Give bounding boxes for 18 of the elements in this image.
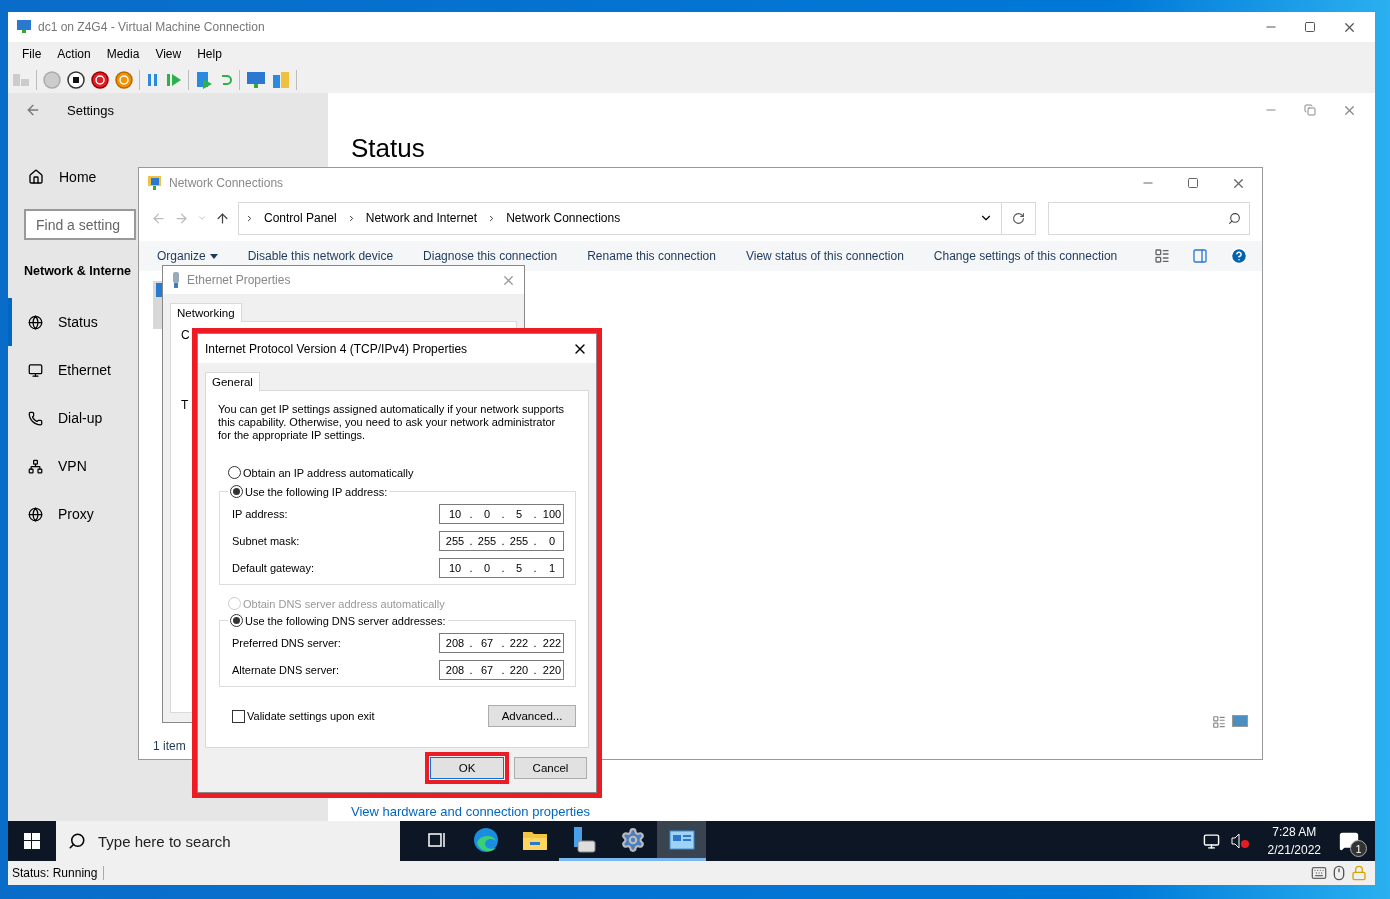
status-text: 1 item <box>153 739 186 753</box>
field-label: IP address: <box>232 508 288 520</box>
field-label: Alternate DNS server: <box>232 664 339 676</box>
intro-text: You can get IP settings assigned automatically if your network supports this capability. Otherwise, you need to ask your network administrator for the appropriate IP settings. <box>218 403 566 442</box>
dialog-title: Internet Protocol Version 4 (TCP/IPv4) Properties <box>205 341 468 356</box>
field-label: Default gateway: <box>232 562 314 574</box>
field-label: Preferred DNS server: <box>232 637 341 649</box>
status-text: Status: Running <box>12 866 105 880</box>
page-heading: Status <box>351 133 425 163</box>
label: C <box>181 328 190 342</box>
app-title: Settings <box>67 102 114 118</box>
window-title: Network Connections <box>169 176 284 190</box>
window-title: Ethernet Properties <box>187 273 291 287</box>
window-title: dc1 on Z4G4 - Virtual Machine Connection <box>38 20 265 34</box>
notification-count: 1 <box>1350 840 1367 857</box>
section-title: Network & Interne <box>24 264 131 278</box>
field-label: Subnet mask: <box>232 535 300 547</box>
label: T <box>181 398 189 412</box>
